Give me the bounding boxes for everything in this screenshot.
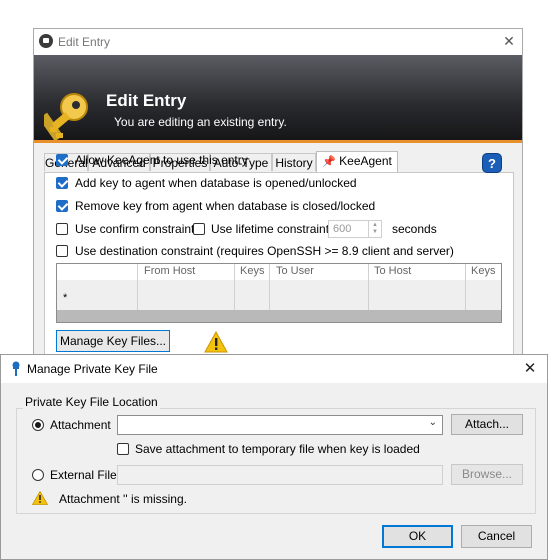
attach-button[interactable]: Attach... xyxy=(451,414,523,435)
confirm-constraint-label: Use confirm constraint xyxy=(75,222,195,236)
column-header-from-host[interactable]: From Host xyxy=(144,265,195,277)
attachment-label: Attachment xyxy=(50,418,111,432)
lifetime-constraint-checkbox[interactable] xyxy=(193,223,205,235)
table-new-row[interactable] xyxy=(57,280,501,310)
table-scrollbar[interactable] xyxy=(57,310,501,322)
stepper-down-icon[interactable]: ▼ xyxy=(372,229,378,235)
column-header-to-user[interactable]: To User xyxy=(276,265,314,277)
cancel-button[interactable]: Cancel xyxy=(461,525,532,548)
add-key-label: Add key to agent when database is opened… xyxy=(75,176,357,190)
banner-accent-line xyxy=(34,140,522,143)
dialog-titlebar[interactable]: Manage Private Key File ✕ xyxy=(1,355,547,383)
group-label: Private Key File Location xyxy=(23,395,160,409)
manage-private-key-dialog: Manage Private Key File ✕ Private Key Fi… xyxy=(0,354,548,560)
missing-attachment-warning: Attachment '' is missing. xyxy=(59,492,187,506)
warning-icon xyxy=(204,331,228,353)
banner: Edit Entry You are editing an existing e… xyxy=(34,55,522,143)
lifetime-constraint-label: Use lifetime constraint xyxy=(211,222,330,236)
dialog-title: Manage Private Key File xyxy=(27,362,158,376)
key-icon xyxy=(44,93,88,142)
window-title: Edit Entry xyxy=(58,35,111,49)
save-temp-file-label: Save attachment to temporary file when k… xyxy=(135,442,420,456)
close-icon[interactable]: ✕ xyxy=(521,360,539,378)
remove-key-label: Remove key from agent when database is c… xyxy=(75,199,376,213)
external-file-label: External File xyxy=(50,468,117,482)
allow-keeagent-checkbox[interactable] xyxy=(56,154,68,166)
column-divider xyxy=(269,264,270,310)
stepper-buttons[interactable]: ▲ ▼ xyxy=(368,221,383,237)
lifetime-unit-label: seconds xyxy=(392,222,437,236)
browse-button[interactable]: Browse... xyxy=(451,464,523,485)
ok-button[interactable]: OK xyxy=(382,525,453,548)
destination-constraint-checkbox[interactable] xyxy=(56,245,68,257)
attachment-select[interactable]: ⌄ xyxy=(117,415,443,435)
banner-subtitle: You are editing an existing entry. xyxy=(114,115,287,129)
banner-title: Edit Entry xyxy=(106,91,187,110)
column-header-keys[interactable]: Keys xyxy=(471,265,495,277)
allow-keeagent-label: Allow KeeAgent to use this entry xyxy=(75,153,248,167)
new-row-marker: * xyxy=(63,292,68,304)
save-temp-file-checkbox[interactable] xyxy=(117,443,129,455)
column-divider xyxy=(137,264,138,310)
tab-history[interactable]: History xyxy=(272,153,316,171)
lifetime-seconds-stepper[interactable]: 600 ▲ ▼ xyxy=(328,220,382,238)
external-file-path-field[interactable] xyxy=(117,465,443,485)
keepass-lock-icon xyxy=(39,34,53,48)
column-header-keys[interactable]: Keys xyxy=(240,265,264,277)
add-key-checkbox[interactable] xyxy=(56,177,68,189)
column-divider xyxy=(465,264,466,310)
external-file-radio[interactable] xyxy=(32,469,44,481)
help-icon[interactable]: ? xyxy=(482,153,502,173)
keeagent-pin-icon: 📌 xyxy=(322,156,336,168)
manage-key-files-button[interactable]: Manage Key Files... xyxy=(56,330,170,352)
column-divider xyxy=(368,264,369,310)
close-icon[interactable]: ✕ xyxy=(500,32,518,50)
remove-key-checkbox[interactable] xyxy=(56,200,68,212)
column-header-to-host[interactable]: To Host xyxy=(374,265,411,277)
chevron-down-icon: ⌄ xyxy=(428,417,437,428)
stepper-up-icon[interactable]: ▲ xyxy=(372,222,378,228)
warning-icon xyxy=(32,491,48,505)
attachment-radio[interactable] xyxy=(32,419,44,431)
destination-constraint-label: Use destination constraint (requires Ope… xyxy=(75,244,454,258)
column-divider xyxy=(234,264,235,310)
tab-keeagent[interactable]: 📌 KeeAgent xyxy=(316,151,398,173)
edit-entry-window: Edit Entry ✕ Edit Entry You are editing … xyxy=(33,28,523,368)
edit-entry-titlebar[interactable]: Edit Entry ✕ xyxy=(34,29,522,55)
destination-constraint-table[interactable]: From Host Keys To User To Host Keys * xyxy=(56,263,502,323)
lifetime-value: 600 xyxy=(333,223,352,235)
keeagent-pin-icon xyxy=(12,361,20,376)
confirm-constraint-checkbox[interactable] xyxy=(56,223,68,235)
